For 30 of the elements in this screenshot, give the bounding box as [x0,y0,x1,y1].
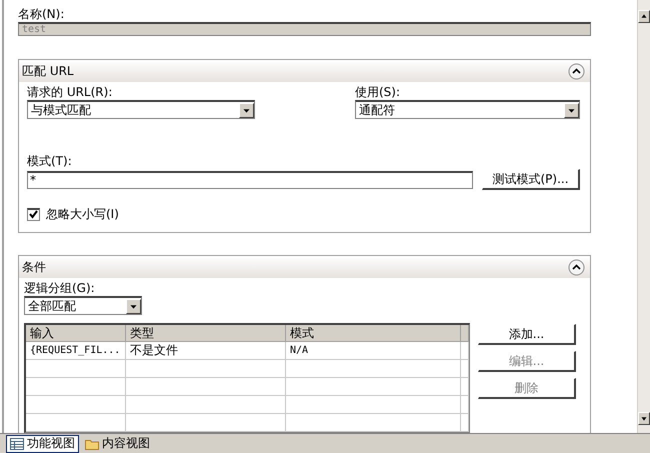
scroll-up-icon[interactable] [638,10,650,23]
folder-icon [85,438,99,450]
panel-title: 条件 [22,258,46,276]
grid-icon [10,438,24,450]
name-label: 名称(N): [18,6,66,22]
pattern-field[interactable]: * [27,170,473,188]
column-header[interactable]: 模式 [286,325,461,342]
test-pattern-button[interactable]: 测试模式(P)... [482,169,580,190]
using-label: 使用(S): [355,84,402,100]
column-header [461,325,469,342]
view-tab[interactable]: 功能视图 [6,434,79,452]
requested-url-label: 请求的 URL(R): [27,84,114,100]
ignore-case-label: 忽略大小写(I) [46,206,119,222]
ignore-case-checkbox[interactable] [27,208,40,220]
collapse-icon[interactable] [568,258,585,276]
column-header[interactable]: 输入 [26,325,126,342]
table-cell: N/A [286,342,461,360]
column-header[interactable]: 类型 [126,325,286,342]
requested-url-select[interactable]: 与模式匹配 [27,100,255,119]
using-select[interactable]: 通配符 [355,100,580,119]
logic-group-label: 逻辑分组(G): [24,280,96,296]
logic-group-select[interactable]: 全部匹配 [24,296,142,315]
panel-title: 匹配 URL [22,62,74,80]
table-cell: 不是文件 [126,342,286,360]
add-button[interactable]: 添加... [478,324,576,345]
scroll-down-icon[interactable] [638,412,650,425]
view-tab[interactable]: 内容视图 [81,434,154,452]
pattern-label: 模式(T): [27,153,73,169]
table-cell: {REQUEST_FIL... [26,342,126,360]
collapse-icon[interactable] [568,62,585,80]
